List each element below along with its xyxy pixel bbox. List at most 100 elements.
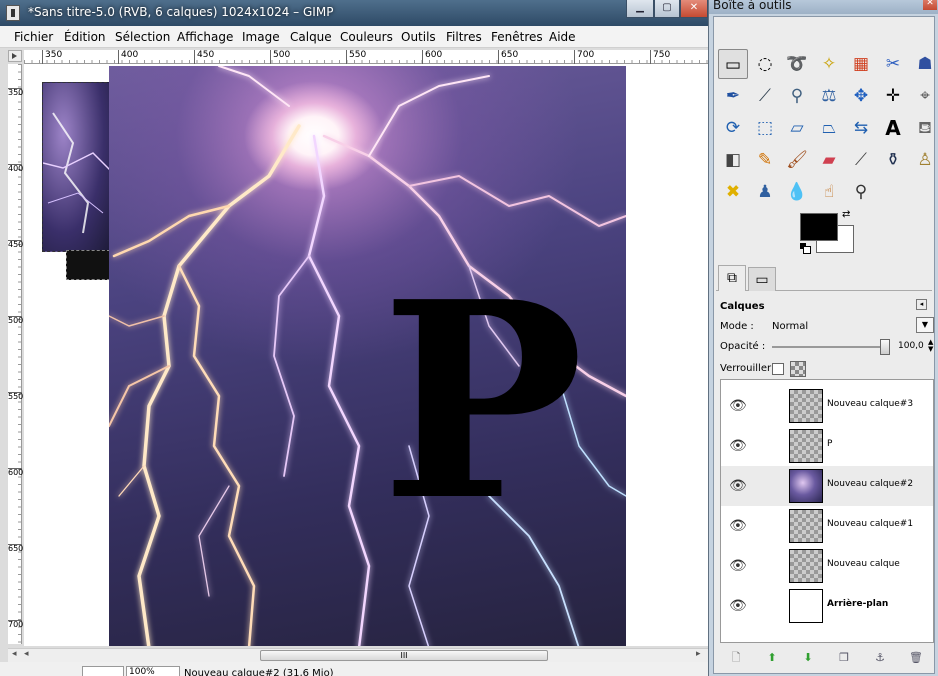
maximize-button[interactable]: ▢ — [654, 0, 680, 18]
new-layer-icon[interactable]: 🗋 — [726, 650, 746, 666]
text-tool-icon[interactable]: A — [878, 113, 908, 143]
zoom-icon[interactable]: ⚲ — [782, 81, 812, 111]
smudge-icon[interactable]: ☝ — [814, 177, 844, 207]
menu-edition[interactable]: Édition — [64, 30, 106, 44]
panel-menu-icon[interactable]: ◂ — [916, 299, 927, 310]
swap-colors-icon[interactable]: ⇄ — [842, 209, 850, 220]
menu-calque[interactable]: Calque — [290, 30, 332, 44]
paths-icon[interactable]: ✒ — [718, 81, 748, 111]
paintbrush-icon[interactable]: 🖌 — [782, 145, 812, 175]
scroll-left-arrow-icon[interactable]: ◂ — [24, 649, 29, 659]
layer-name[interactable]: Nouveau calque#3 — [827, 399, 913, 409]
color-select-icon[interactable]: ▦ — [846, 49, 876, 79]
pencil-icon[interactable]: ✎ — [750, 145, 780, 175]
scrollbar-thumb[interactable]: III — [260, 650, 548, 661]
align-icon[interactable]: ✛ — [878, 81, 908, 111]
menu-image[interactable]: Image — [242, 30, 280, 44]
delete-layer-icon[interactable]: 🗑 — [906, 650, 926, 666]
layer-row[interactable]: 👁 Nouveau calque#2 — [721, 466, 933, 506]
menu-fichier[interactable]: Fichier — [14, 30, 53, 44]
layer-row[interactable]: 👁 P — [721, 426, 933, 466]
menu-couleurs[interactable]: Couleurs — [340, 30, 393, 44]
title-bar[interactable]: *Sans titre-5.0 (RVB, 6 calques) 1024x10… — [0, 0, 708, 26]
scale-icon[interactable]: ⬚ — [750, 113, 780, 143]
opacity-value[interactable]: 100,0 — [898, 341, 924, 351]
lock-alpha-icon[interactable] — [790, 361, 806, 377]
raise-layer-icon[interactable]: ⬆ — [762, 650, 782, 666]
layer-row[interactable]: 👁 Nouveau calque — [721, 546, 933, 586]
visibility-eye-icon[interactable]: 👁 — [729, 598, 747, 614]
perspective-clone-icon[interactable]: ♟ — [750, 177, 780, 207]
toolbox-title-bar[interactable]: Boîte à outils ✕ — [709, 0, 938, 14]
scissors-icon[interactable]: ✂ — [878, 49, 908, 79]
menu-outils[interactable]: Outils — [401, 30, 436, 44]
duplicate-layer-icon[interactable]: ❐ — [834, 650, 854, 666]
layer-name[interactable]: Arrière-plan — [827, 599, 888, 609]
layer-row[interactable]: 👁 Nouveau calque#3 — [721, 386, 933, 426]
lock-pixels-checkbox[interactable] — [772, 363, 784, 375]
vertical-ruler[interactable]: 350 400 450 500 550 600 650 700 — [8, 64, 23, 644]
rotate-icon[interactable]: ⟳ — [718, 113, 748, 143]
color-picker-icon[interactable]: ⟋ — [750, 81, 780, 111]
crop-icon[interactable]: ⌖ — [910, 81, 938, 111]
close-button[interactable]: ✕ — [680, 0, 708, 18]
menu-aide[interactable]: Aide — [549, 30, 576, 44]
layer-row[interactable]: 👁 Nouveau calque#1 — [721, 506, 933, 546]
layer-name[interactable]: Nouveau calque#2 — [827, 479, 913, 489]
move-icon[interactable]: ✥ — [846, 81, 876, 111]
horizontal-scrollbar[interactable]: ◂ ◂ III ▸ — [8, 648, 708, 662]
free-select-icon[interactable]: ➰ — [782, 49, 812, 79]
opacity-slider[interactable] — [772, 346, 888, 348]
visibility-eye-icon[interactable]: 👁 — [729, 558, 747, 574]
image-viewport[interactable]: P — [24, 64, 708, 646]
flip-icon[interactable]: ⇆ — [846, 113, 876, 143]
scroll-right-icon[interactable]: ▸ — [696, 649, 701, 659]
lower-layer-icon[interactable]: ⬇ — [798, 650, 818, 666]
quick-mask-toggle[interactable] — [8, 50, 22, 62]
tab-layers-icon[interactable]: ⧉ — [718, 265, 746, 291]
layer-row[interactable]: 👁 Arrière-plan — [721, 586, 933, 626]
menu-selection[interactable]: Sélection — [115, 30, 170, 44]
measure-icon[interactable]: ⚖ — [814, 81, 844, 111]
scroll-left-icon[interactable]: ◂ — [12, 649, 17, 659]
heal-icon[interactable]: ✖ — [718, 177, 748, 207]
zoom-field[interactable]: 100% — [126, 666, 180, 676]
clone-icon[interactable]: ♙ — [910, 145, 938, 175]
reset-colors-icon[interactable] — [800, 243, 811, 254]
eraser-icon[interactable]: ▰ — [814, 145, 844, 175]
airbrush-icon[interactable]: ⟋ — [846, 145, 876, 175]
menu-filtres[interactable]: Filtres — [446, 30, 482, 44]
rect-select-icon[interactable]: ▭ — [718, 49, 748, 79]
blend-icon[interactable]: ◧ — [718, 145, 748, 175]
perspective-icon[interactable]: ⏢ — [814, 113, 844, 143]
mode-dropdown-icon[interactable]: ▼ — [916, 317, 934, 333]
toolbox-close-button[interactable]: ✕ — [923, 0, 937, 10]
mode-select[interactable]: Normal — [772, 321, 808, 332]
visibility-eye-icon[interactable]: 👁 — [729, 398, 747, 414]
opacity-spinner-icon[interactable]: ▲ ▼ — [928, 339, 933, 353]
layer-name[interactable]: Nouveau calque#1 — [827, 519, 913, 529]
layer-name[interactable]: Nouveau calque — [827, 559, 900, 569]
blur-icon[interactable]: 💧 — [782, 177, 812, 207]
opacity-slider-handle[interactable] — [880, 339, 890, 355]
visibility-eye-icon[interactable]: 👁 — [729, 438, 747, 454]
tab-channels-icon[interactable]: ▭ — [748, 267, 776, 291]
image-canvas[interactable]: P — [109, 66, 626, 646]
visibility-eye-icon[interactable]: 👁 — [729, 478, 747, 494]
menu-fenetres[interactable]: Fenêtres — [491, 30, 543, 44]
anchor-layer-icon[interactable]: ⚓ — [870, 650, 890, 666]
dodge-burn-icon[interactable]: ⚲ — [846, 177, 876, 207]
visibility-eye-icon[interactable]: 👁 — [729, 518, 747, 534]
foreground-color-swatch[interactable] — [800, 213, 838, 241]
ellipse-select-icon[interactable]: ◌ — [750, 49, 780, 79]
shear-icon[interactable]: ▱ — [782, 113, 812, 143]
minimize-button[interactable]: ▁ — [626, 0, 654, 18]
menu-affichage[interactable]: Affichage — [177, 30, 233, 44]
fuzzy-select-icon[interactable]: ✧ — [814, 49, 844, 79]
foreground-select-icon[interactable]: ☗ — [910, 49, 938, 79]
units-field[interactable] — [82, 666, 124, 676]
horizontal-ruler[interactable]: 350 400 450 500 550 600 650 700 750 — [24, 50, 708, 64]
bucket-fill-icon[interactable]: ⛾ — [910, 113, 938, 143]
ink-icon[interactable]: ⚱ — [878, 145, 908, 175]
layer-name[interactable]: P — [827, 439, 832, 449]
